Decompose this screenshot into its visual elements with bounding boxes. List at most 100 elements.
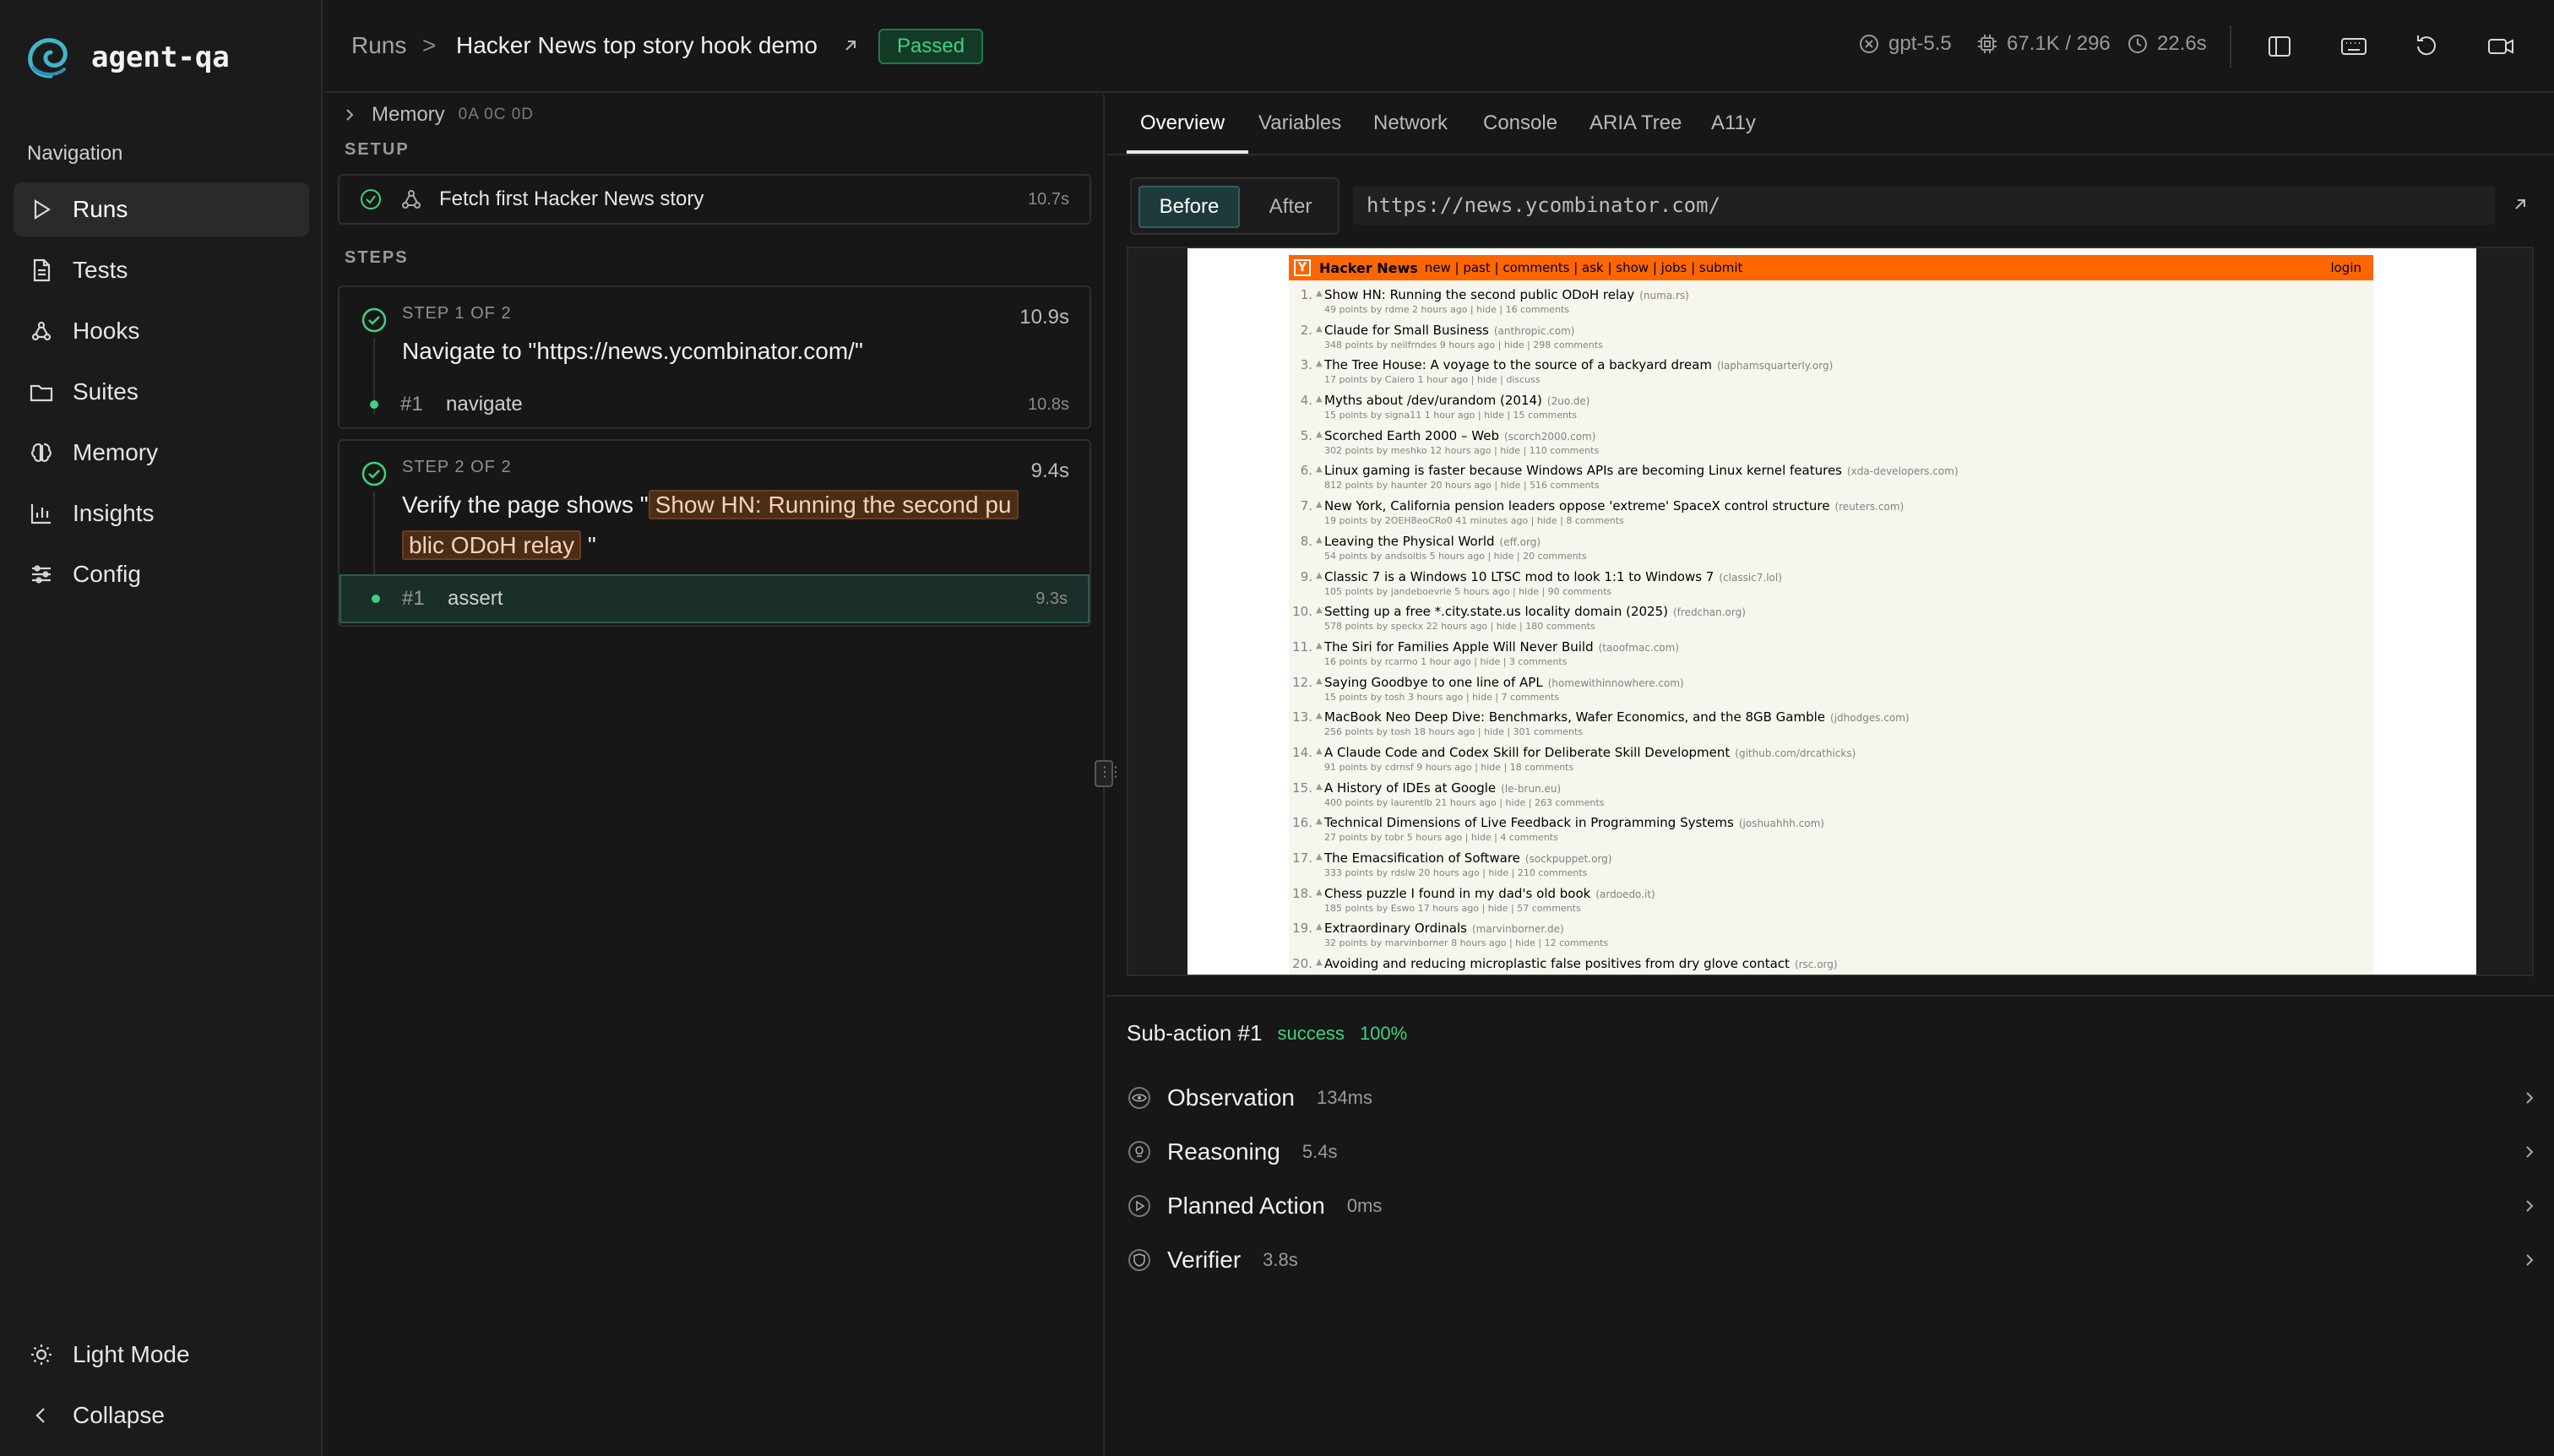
sub-action-row-selected[interactable]: #1 assert 9.3s bbox=[340, 574, 1090, 623]
hn-story-subtext: 302 points by meshko 12 hours ago | hide… bbox=[1324, 444, 1600, 456]
upvote-arrow-icon[interactable]: ▲ bbox=[1316, 324, 1323, 334]
upvote-arrow-icon[interactable]: ▲ bbox=[1316, 571, 1323, 580]
upvote-arrow-icon[interactable]: ▲ bbox=[1316, 394, 1323, 404]
accordion-observation[interactable]: Observation 134ms bbox=[1127, 1074, 2539, 1122]
external-link-icon[interactable] bbox=[841, 36, 860, 55]
upvote-arrow-icon[interactable]: ▲ bbox=[1316, 641, 1323, 650]
sidebar-item-memory[interactable]: Memory bbox=[14, 426, 309, 480]
record-video-button[interactable] bbox=[2485, 30, 2517, 62]
upvote-arrow-icon[interactable]: ▲ bbox=[1316, 782, 1323, 791]
hn-story-row[interactable]: 6. ▲ Linux gaming is faster because Window… bbox=[1289, 461, 2373, 497]
sub-action-header: Sub-action #1 success 100% bbox=[1127, 1020, 1407, 1046]
upvote-arrow-icon[interactable]: ▲ bbox=[1316, 817, 1323, 826]
hn-story-title[interactable]: Linux gaming is faster because Windows A… bbox=[1324, 463, 1959, 478]
tab-a11y[interactable]: A11y bbox=[1711, 111, 1756, 135]
hn-story-row[interactable]: 11. ▲ The Siri for Families Apple Will Nev… bbox=[1289, 638, 2373, 673]
sidebar-item-runs[interactable]: Runs bbox=[14, 182, 309, 236]
upvote-arrow-icon[interactable]: ▲ bbox=[1316, 676, 1323, 686]
hn-story-title[interactable]: Technical Dimensions of Live Feedback in… bbox=[1324, 815, 1824, 830]
collapse-button[interactable]: Collapse bbox=[14, 1388, 309, 1442]
tab-variables[interactable]: Variables bbox=[1258, 111, 1341, 135]
model-icon bbox=[1860, 35, 1878, 53]
tab-aria-tree[interactable]: ARIA Tree bbox=[1589, 111, 1682, 135]
memory-row[interactable]: Memory 0A 0C 0D bbox=[341, 103, 534, 127]
hn-story-title[interactable]: A Claude Code and Codex Skill for Delibe… bbox=[1324, 745, 1856, 760]
upvote-arrow-icon[interactable]: ▲ bbox=[1316, 535, 1323, 545]
light-mode-toggle[interactable]: Light Mode bbox=[14, 1328, 309, 1382]
upvote-arrow-icon[interactable]: ▲ bbox=[1316, 852, 1323, 861]
hn-story-row[interactable]: 16. ▲ Technical Dimensions of Live Feedbac… bbox=[1289, 813, 2373, 849]
accordion-reasoning[interactable]: Reasoning 5.4s bbox=[1127, 1128, 2539, 1176]
upvote-arrow-icon[interactable]: ▲ bbox=[1316, 888, 1323, 897]
hn-story-row[interactable]: 3. ▲ The Tree House: A voyage to the sourc… bbox=[1289, 356, 2373, 391]
sidebar-item-suites[interactable]: Suites bbox=[14, 365, 309, 419]
external-link-icon[interactable] bbox=[2510, 194, 2530, 215]
hn-story-row[interactable]: 18. ▲ Chess puzzle I found in my dad's old… bbox=[1289, 884, 2373, 920]
upvote-arrow-icon[interactable]: ▲ bbox=[1316, 922, 1323, 932]
hn-story-row[interactable]: 15. ▲ A History of IDEs at Google (le-brun.… bbox=[1289, 779, 2373, 814]
hn-story-title[interactable]: Setting up a free *.city.state.us locali… bbox=[1324, 604, 1746, 619]
upvote-arrow-icon[interactable]: ▲ bbox=[1316, 289, 1323, 298]
step-card-1[interactable]: STEP 1 OF 2 10.9s Navigate to "https://n… bbox=[338, 285, 1091, 429]
upvote-arrow-icon[interactable]: ▲ bbox=[1316, 500, 1323, 509]
hn-story-row[interactable]: 19. ▲ Extraordinary Ordinals (marvinborner.… bbox=[1289, 919, 2373, 954]
hn-story-title[interactable]: Claude for Small Business (anthropic.com) bbox=[1324, 323, 1574, 338]
hn-story-row[interactable]: 20. ▲ Avoiding and reducing microplastic f… bbox=[1289, 954, 2373, 975]
upvote-arrow-icon[interactable]: ▲ bbox=[1316, 430, 1323, 439]
hn-story-title[interactable]: Saying Goodbye to one line of APL (homewi… bbox=[1324, 675, 1684, 690]
hn-story-row[interactable]: 13. ▲ MacBook Neo Deep Dive: Benchmarks, W… bbox=[1289, 708, 2373, 743]
upvote-arrow-icon[interactable]: ▲ bbox=[1316, 465, 1323, 474]
upvote-arrow-icon[interactable]: ▲ bbox=[1316, 359, 1323, 368]
accordion-planned-action[interactable]: Planned Action 0ms bbox=[1127, 1182, 2539, 1230]
hn-story-title[interactable]: Leaving the Physical World (eff.org) bbox=[1324, 534, 1541, 549]
after-button[interactable]: After bbox=[1247, 186, 1334, 228]
hn-story-row[interactable]: 2. ▲ Claude for Small Business (anthropic.c… bbox=[1289, 321, 2373, 356]
hn-story-title[interactable]: Avoiding and reducing microplastic false… bbox=[1324, 956, 1838, 971]
tab-network[interactable]: Network bbox=[1373, 111, 1448, 135]
hn-story-row[interactable]: 14. ▲ A Claude Code and Codex Skill for De… bbox=[1289, 743, 2373, 779]
hn-story-title[interactable]: Classic 7 is a Windows 10 LTSC mod to lo… bbox=[1324, 569, 1782, 584]
setup-item[interactable]: Fetch first Hacker News story 10.7s bbox=[338, 174, 1091, 225]
hn-story-row[interactable]: 17. ▲ The Emacsification of Software (sockp… bbox=[1289, 849, 2373, 884]
hn-story-title[interactable]: The Tree House: A voyage to the source o… bbox=[1324, 357, 1833, 372]
hn-story-row[interactable]: 9. ▲ Classic 7 is a Windows 10 LTSC mod to… bbox=[1289, 568, 2373, 603]
upvote-arrow-icon[interactable]: ▲ bbox=[1316, 958, 1323, 967]
tab-console[interactable]: Console bbox=[1483, 111, 1557, 135]
hn-story-row[interactable]: 8. ▲ Leaving the Physical World (eff.org) 54… bbox=[1289, 532, 2373, 568]
sidebar-item-insights[interactable]: Insights bbox=[14, 486, 309, 541]
hn-story-title[interactable]: Show HN: Running the second public ODoH … bbox=[1324, 287, 1689, 302]
hn-story-title[interactable]: Scorched Earth 2000 – Web (scorch2000.com… bbox=[1324, 428, 1595, 443]
before-button[interactable]: Before bbox=[1138, 186, 1240, 228]
sidebar-item-config[interactable]: Config bbox=[14, 547, 309, 601]
panel-toggle-button[interactable] bbox=[2263, 30, 2296, 62]
upvote-arrow-icon[interactable]: ▲ bbox=[1316, 711, 1323, 720]
accordion-verifier[interactable]: Verifier 3.8s bbox=[1127, 1236, 2539, 1284]
hn-story-row[interactable]: 12. ▲ Saying Goodbye to one line of APL (ho… bbox=[1289, 673, 2373, 709]
upvote-arrow-icon[interactable]: ▲ bbox=[1316, 747, 1323, 756]
breadcrumb-runs[interactable]: Runs bbox=[351, 32, 406, 59]
keyboard-button[interactable] bbox=[2338, 30, 2370, 62]
hn-story-title[interactable]: A History of IDEs at Google (le-brun.eu) bbox=[1324, 780, 1561, 796]
step-card-2[interactable]: STEP 2 OF 2 9.4s Verify the page shows "… bbox=[338, 439, 1091, 627]
hn-story-row[interactable]: 7. ▲ New York, California pension leaders … bbox=[1289, 497, 2373, 532]
hn-story-row[interactable]: 1. ▲ Show HN: Running the second public OD… bbox=[1289, 285, 2373, 321]
tab-overview[interactable]: Overview bbox=[1140, 111, 1225, 135]
hn-story-row[interactable]: 4. ▲ Myths about /dev/urandom (2014) (2uo.d… bbox=[1289, 391, 2373, 426]
hn-story-title[interactable]: New York, California pension leaders opp… bbox=[1324, 498, 1904, 513]
hn-story-row[interactable]: 10. ▲ Setting up a free *.city.state.us lo… bbox=[1289, 602, 2373, 638]
hn-story-title[interactable]: Myths about /dev/urandom (2014) (2uo.de) bbox=[1324, 393, 1589, 408]
hn-story-title[interactable]: The Emacsification of Software (sockpuppe… bbox=[1324, 850, 1611, 866]
hn-story-title[interactable]: Extraordinary Ordinals (marvinborner.de) bbox=[1324, 921, 1564, 936]
sidebar-item-tests[interactable]: Tests bbox=[14, 243, 309, 297]
sidebar-item-hooks[interactable]: Hooks bbox=[14, 304, 309, 358]
upvote-arrow-icon[interactable]: ▲ bbox=[1316, 606, 1323, 615]
hn-story-row[interactable]: 5. ▲ Scorched Earth 2000 – Web (scorch2000.… bbox=[1289, 426, 2373, 462]
sub-action-row[interactable]: #1 navigate 10.8s bbox=[340, 380, 1090, 429]
hn-story-title[interactable]: The Siri for Families Apple Will Never B… bbox=[1324, 639, 1679, 655]
hn-story-site: (2uo.de) bbox=[1546, 395, 1590, 408]
rerun-button[interactable] bbox=[2410, 30, 2443, 62]
app-logo[interactable]: agent-qa bbox=[25, 34, 230, 81]
hn-story-subtext: 17 points by Caiero 1 hour ago | hide | … bbox=[1324, 374, 1541, 386]
hn-story-title[interactable]: Chess puzzle I found in my dad's old boo… bbox=[1324, 886, 1655, 901]
hn-story-title[interactable]: MacBook Neo Deep Dive: Benchmarks, Wafer… bbox=[1324, 709, 1910, 725]
